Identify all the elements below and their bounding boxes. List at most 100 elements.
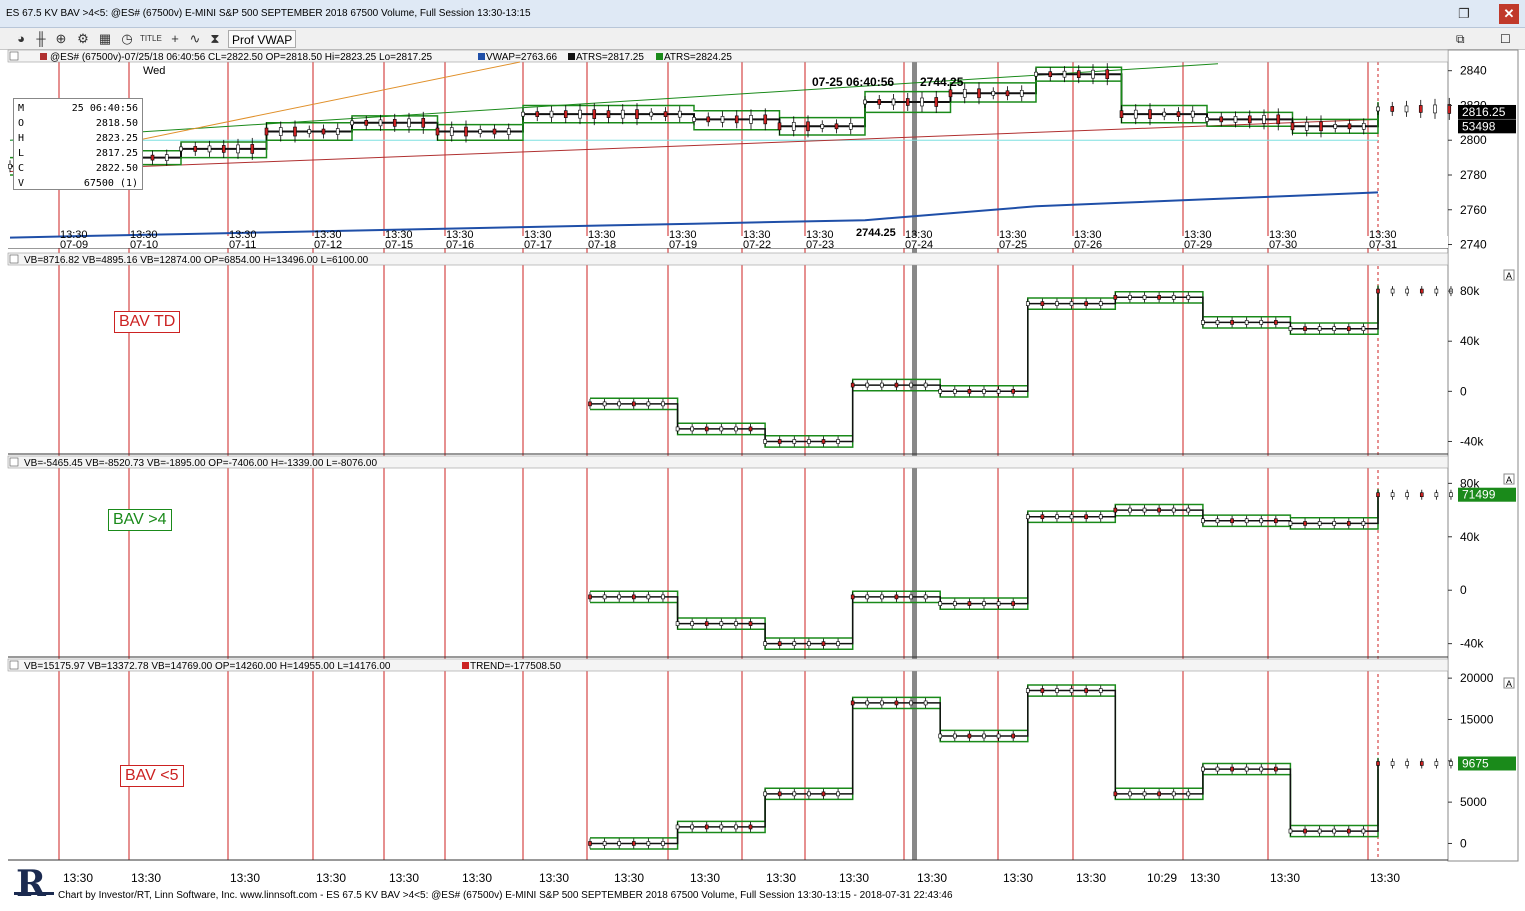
bav-candle-body xyxy=(1128,791,1132,797)
bav-candle-body xyxy=(631,841,636,846)
bav-candle-body xyxy=(661,841,665,846)
candle-body xyxy=(364,120,369,126)
bav-candle-body xyxy=(1317,828,1322,834)
candle-body xyxy=(1105,69,1110,79)
bav-candle-body xyxy=(1098,688,1103,693)
bav-candle-body xyxy=(1419,288,1424,294)
bav-candle-body xyxy=(1113,295,1118,300)
x-tick-date: 07-18 xyxy=(588,239,616,251)
bav-candle-body xyxy=(923,382,928,388)
bav-candle-body xyxy=(807,439,811,444)
candle-body xyxy=(1034,71,1038,77)
bav-candle-body xyxy=(1317,521,1322,526)
candle-body xyxy=(449,127,454,136)
candle-body xyxy=(1376,106,1380,112)
candle-body xyxy=(563,110,568,118)
bav-candle-body xyxy=(1244,518,1249,524)
bav-candle-body xyxy=(967,601,972,606)
bav-candle-body xyxy=(821,641,826,646)
x-tick-date: 07-11 xyxy=(229,239,256,251)
bav-candle-body xyxy=(602,594,607,600)
candle-body xyxy=(948,89,953,98)
candle-body xyxy=(250,144,255,154)
candle-body xyxy=(1361,123,1366,130)
candle-body xyxy=(1190,110,1195,118)
candle-body xyxy=(221,145,226,153)
candle-body xyxy=(350,120,354,126)
x-tick-bottom: 13:30 xyxy=(690,871,720,885)
ohlc-key: V xyxy=(18,178,25,189)
bav-candle-body xyxy=(748,824,753,830)
x-tick-bottom: 13:30 xyxy=(614,871,644,885)
bav-candle-body xyxy=(1259,518,1264,524)
ohlc-row: O 2818.50 xyxy=(18,116,138,131)
chart-area[interactable]: 13:30 07-09 13:30 07-10 13:30 07-11 13:30 07-12… xyxy=(0,0,1525,911)
x-tick-bottom: 13:30 xyxy=(1190,871,1220,885)
legend-swatch xyxy=(40,53,47,60)
bav-candle-body xyxy=(1025,514,1030,520)
bav-candle-body xyxy=(1084,514,1088,520)
candle-body xyxy=(1290,122,1295,131)
bav-candle-body xyxy=(1317,326,1322,331)
bav-candle-body xyxy=(1055,514,1059,520)
x-tick-date: 07-25 xyxy=(999,239,1027,251)
bav-candle-body xyxy=(953,389,957,394)
legend-swatch xyxy=(656,53,663,60)
bav-candle-body xyxy=(631,594,636,600)
x-tick-bottom: 13:30 xyxy=(1270,871,1300,885)
x-tick-date: 07-10 xyxy=(130,239,158,251)
y-tick-label: 40k xyxy=(1460,530,1480,544)
x-tick-date: 07-12 xyxy=(314,239,342,251)
bav-candle-body xyxy=(1274,766,1278,772)
y-tick-label: 0 xyxy=(1460,836,1467,850)
bav-candle-body xyxy=(1230,518,1234,524)
bav-candle-body xyxy=(631,401,636,407)
bav-candle-body xyxy=(1274,518,1278,524)
candle-body xyxy=(663,111,668,117)
volume-tag: 53498 xyxy=(1462,119,1496,133)
candle-body xyxy=(378,119,383,127)
bav-candle-body xyxy=(1259,766,1264,772)
bav-candle-body xyxy=(675,824,680,830)
bav-candle-body xyxy=(1361,521,1366,526)
bav-candle-body xyxy=(1405,761,1409,766)
bav-candle-body xyxy=(1157,295,1161,300)
bav-candle-body xyxy=(1069,301,1074,306)
candle-body xyxy=(777,122,782,131)
bav-candle-body xyxy=(894,382,899,388)
bav-candle-body xyxy=(1274,320,1278,325)
candle-body xyxy=(478,129,483,134)
bav-candle-body xyxy=(938,601,943,606)
bav-candle-body xyxy=(1186,295,1191,300)
candle-body xyxy=(991,90,996,96)
bav-candle-body xyxy=(1128,507,1132,513)
bav-candle-body xyxy=(763,791,767,797)
bav-candle-body xyxy=(1098,514,1103,520)
ohlc-row: C 2822.50 xyxy=(18,161,138,176)
vwap-header: VWAP=2763.66 xyxy=(486,52,558,63)
bav-candle-body xyxy=(1376,761,1380,766)
bav-candle-body xyxy=(865,382,870,388)
investor-rt-logo: R xyxy=(14,862,54,905)
bav-candle-body xyxy=(734,824,738,830)
candle-body xyxy=(1433,104,1437,114)
bav-candle-body xyxy=(1215,766,1220,772)
bav-candle-body xyxy=(1186,507,1191,513)
candle-body xyxy=(1404,105,1409,113)
bav-candle-body xyxy=(1332,326,1337,331)
candle-body xyxy=(236,144,240,154)
bav-candle-body xyxy=(894,594,899,600)
bav-candle-body xyxy=(938,389,943,394)
candle-body xyxy=(891,98,896,106)
ohlc-row: V 67500 (1) xyxy=(18,176,138,191)
y-tick-label: 2780 xyxy=(1460,168,1487,182)
bav-candle-body xyxy=(777,641,782,646)
x-tick-date: 07-26 xyxy=(1074,239,1102,251)
price-header: @ES# (67500v)-07/25/18 06:40:56 CL=2822.… xyxy=(50,52,433,63)
bav-candle-body xyxy=(1157,791,1161,797)
bav-candle-body xyxy=(675,426,680,432)
candle-body xyxy=(521,111,525,117)
candle-body xyxy=(1304,122,1309,131)
bav-candle-body xyxy=(1332,521,1337,526)
candle-body xyxy=(863,99,867,105)
